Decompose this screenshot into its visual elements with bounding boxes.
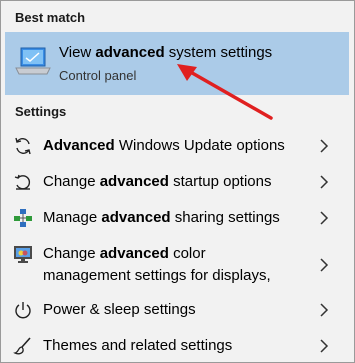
settings-item-label: Manage advanced sharing settings [43,209,280,226]
search-results-panel: Best match View advanced system settings… [0,0,355,363]
restart-icon [14,174,31,190]
best-match-subtitle: Control panel [59,68,137,83]
settings-item-label-line2: management settings for displays, [43,267,271,284]
settings-item-label: Advanced Windows Update options [43,137,285,154]
brush-icon [13,337,31,355]
color-management-icon [14,246,32,263]
settings-item-label: Change advanced startup options [43,173,272,190]
settings-header: Settings [15,104,67,119]
settings-item-power-sleep[interactable]: Power & sleep settings [5,297,349,323]
chevron-right-icon [320,258,329,272]
settings-item-themes[interactable]: Themes and related settings [5,333,349,359]
chevron-right-icon [320,175,329,189]
settings-item-sharing-settings[interactable]: Manage advanced sharing settings [5,205,349,231]
laptop-settings-icon [15,47,51,75]
settings-item-label: Change advanced color [43,245,206,262]
settings-item-startup-options[interactable]: Change advanced startup options [5,169,349,195]
chevron-right-icon [320,303,329,317]
chevron-right-icon [320,139,329,153]
chevron-right-icon [320,211,329,225]
settings-item-windows-update[interactable]: Advanced Windows Update options [5,133,349,159]
annotation-arrow [177,64,273,120]
settings-item-label: Power & sleep settings [43,301,196,318]
sync-icon [15,137,31,155]
chevron-right-icon [320,339,329,353]
best-match-header: Best match [15,10,86,25]
settings-item-label: Themes and related settings [43,337,233,354]
network-sharing-icon [14,209,32,227]
power-icon [15,302,31,319]
settings-item-color-management[interactable]: Change advanced color management setting… [5,241,349,289]
